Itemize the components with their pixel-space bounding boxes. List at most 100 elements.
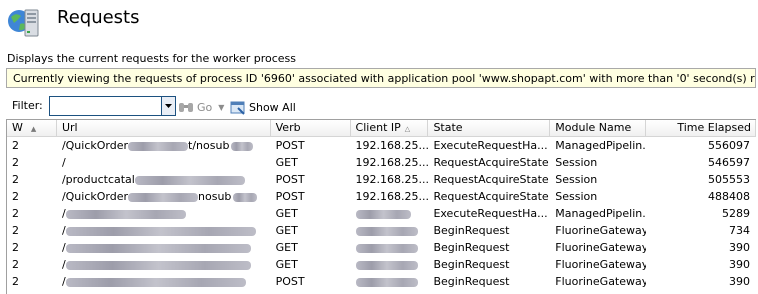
redacted-text — [233, 192, 258, 202]
cell-time: 556097 — [708, 139, 750, 152]
show-all-button[interactable]: Show All — [230, 98, 296, 116]
cell-time: 488408 — [708, 190, 750, 203]
cell-module: Session — [555, 190, 598, 203]
table-row[interactable]: 2 /QuickOrder nosub POST 192.168.25... Re… — [7, 188, 756, 205]
redacted-text — [65, 243, 251, 253]
cell-w: 2 — [12, 224, 19, 237]
table-row[interactable]: 2 / GET ExecuteRequestHa... ManagedPipel… — [7, 205, 756, 222]
redacted-text — [65, 277, 246, 287]
cell-state: RequestAcquireState — [433, 173, 549, 186]
table-row[interactable]: 2 / POST BeginRequest FluorineGateway 39… — [7, 273, 756, 290]
redacted-text — [355, 243, 418, 253]
cell-module: FluorineGateway — [555, 275, 647, 288]
cell-module: FluorineGateway — [555, 224, 647, 237]
cell-verb: GET — [275, 241, 298, 254]
filter-label: Filter: — [12, 99, 43, 112]
cell-time: 505553 — [708, 173, 750, 186]
cell-time: 734 — [729, 224, 750, 237]
cell-time: 390 — [729, 258, 750, 271]
redacted-text — [355, 209, 411, 219]
table-header: W ▲ Url Verb Client IP △ State Module Name… — [7, 120, 756, 137]
cell-time: 390 — [729, 275, 750, 288]
cell-state: ExecuteRequestHa... — [433, 207, 548, 220]
cell-w: 2 — [12, 173, 19, 186]
column-header-time-elapsed[interactable]: Time Elapsed — [646, 120, 756, 136]
cell-state: RequestAcquireState — [433, 156, 549, 169]
go-label: Go — [197, 100, 213, 114]
cell-client-ip — [351, 205, 429, 222]
cell-module: Session — [555, 156, 598, 169]
table-row[interactable]: 2 / GET BeginRequest FluorineGateway 390 — [7, 256, 756, 273]
redacted-text — [355, 277, 418, 287]
page-description: Displays the current requests for the wo… — [7, 52, 296, 65]
cell-client-ip — [351, 239, 429, 256]
cell-verb: POST — [275, 190, 305, 203]
cell-client-ip — [351, 222, 429, 239]
column-header-client-ip[interactable]: Client IP △ — [351, 120, 429, 136]
cell-verb: POST — [275, 139, 305, 152]
filter-toolbar: Filter: Go ▼ Show All — [6, 94, 756, 118]
column-header-w[interactable]: W ▲ — [7, 120, 57, 136]
cell-url: /QuickOrder nosub — [57, 188, 271, 205]
redacted-text — [355, 226, 418, 236]
cell-w: 2 — [12, 241, 19, 254]
redacted-text — [65, 226, 256, 236]
redacted-text — [134, 175, 245, 185]
redacted-text — [65, 260, 251, 270]
binoculars-icon — [179, 103, 193, 112]
cell-url: / — [57, 222, 271, 239]
cell-client-ip: 192.168.25... — [355, 190, 429, 203]
cell-client-ip: 192.168.25... — [355, 139, 429, 152]
cell-verb: GET — [275, 207, 298, 220]
go-button[interactable]: Go ▼ — [178, 98, 224, 116]
cell-verb: POST — [275, 275, 305, 288]
cell-state: RequestAcquireState — [433, 190, 549, 203]
cell-client-ip: 192.168.25... — [355, 156, 429, 169]
column-header-module-name[interactable]: Module Name — [550, 120, 647, 136]
cell-url: / — [57, 205, 271, 222]
cell-verb: GET — [275, 258, 298, 271]
cell-w: 2 — [12, 190, 19, 203]
cell-client-ip: 192.168.25... — [355, 173, 429, 186]
table-row[interactable]: 2 / GET BeginRequest FluorineGateway 390 — [7, 239, 756, 256]
cell-state: BeginRequest — [433, 224, 510, 237]
cell-time: 546597 — [708, 156, 750, 169]
cell-w: 2 — [12, 207, 19, 220]
table-row[interactable]: 2 / GET 192.168.25... RequestAcquireStat… — [7, 154, 756, 171]
cell-w: 2 — [12, 275, 19, 288]
redacted-text — [355, 260, 418, 270]
redacted-text — [128, 192, 199, 202]
show-all-icon — [230, 101, 245, 115]
table-row[interactable]: 2 /productcatal POST 192.168.25... Reque… — [7, 171, 756, 188]
cell-time: 390 — [729, 241, 750, 254]
table-row[interactable]: 2 / GET BeginRequest FluorineGateway 734 — [7, 222, 756, 239]
cell-state: BeginRequest — [433, 258, 510, 271]
filter-dropdown-button[interactable] — [162, 96, 176, 116]
cell-state: BeginRequest — [433, 275, 510, 288]
cell-module: Session — [555, 173, 598, 186]
cell-url: / — [57, 239, 271, 256]
cell-time: 5289 — [722, 207, 750, 220]
filter-input[interactable] — [49, 96, 162, 116]
column-header-url[interactable]: Url — [57, 120, 271, 136]
table-row[interactable]: 2 /QuickOrder t/nosub POST 192.168.25... … — [7, 137, 756, 154]
redacted-text — [231, 141, 254, 151]
cell-url: / — [61, 156, 66, 169]
cell-state: BeginRequest — [433, 241, 510, 254]
column-header-state[interactable]: State — [428, 120, 551, 136]
cell-url: / — [57, 256, 271, 273]
cell-w: 2 — [12, 156, 19, 169]
cell-verb: GET — [275, 156, 298, 169]
requests-table: W ▲ Url Verb Client IP △ State Module Name… — [6, 119, 756, 294]
cell-module: FluorineGateway — [555, 258, 647, 271]
cell-client-ip — [351, 273, 429, 290]
page-title: Requests — [57, 7, 140, 28]
cell-module: ManagedPipelin... — [555, 139, 647, 152]
cell-url: / — [57, 273, 271, 290]
chevron-down-icon — [165, 104, 172, 108]
column-header-verb[interactable]: Verb — [271, 120, 351, 136]
cell-url: /QuickOrder t/nosub — [57, 137, 271, 154]
go-dropdown-icon[interactable]: ▼ — [218, 103, 224, 112]
cell-module: FluorineGateway — [555, 241, 647, 254]
info-banner: Currently viewing the requests of proces… — [6, 68, 756, 88]
